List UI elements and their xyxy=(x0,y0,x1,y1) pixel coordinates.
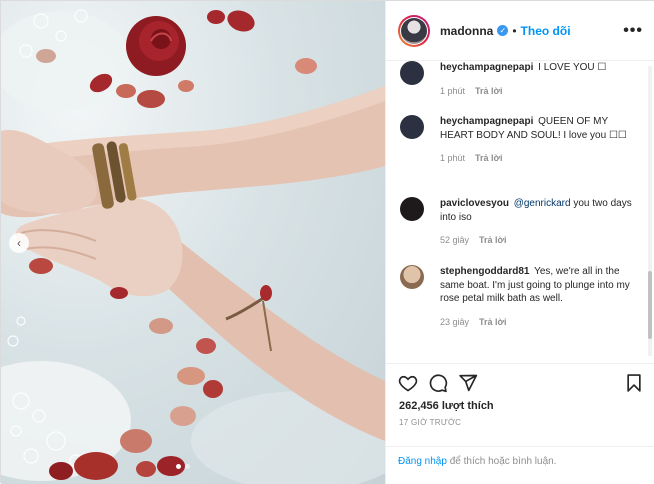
carousel-dot-active xyxy=(176,464,181,469)
comment-username[interactable]: paviclovesyou xyxy=(440,198,509,209)
comment-time: 1 phút xyxy=(440,85,466,96)
heart-icon[interactable] xyxy=(398,373,418,393)
comment-time: 1 phút xyxy=(440,153,466,163)
chevron-left-icon: ‹ xyxy=(17,236,21,250)
comment-time: 52 giây xyxy=(440,235,470,245)
comments-scrollbar-thumb[interactable] xyxy=(648,271,652,339)
author-avatar[interactable] xyxy=(398,14,430,47)
login-link[interactable]: Đăng nhập xyxy=(398,456,447,467)
login-prompt: Đăng nhập để thích hoặc bình luận. xyxy=(386,446,654,484)
comment-username[interactable]: heychampagnepapi xyxy=(440,116,533,127)
comment-icon[interactable] xyxy=(428,373,448,393)
reply-button[interactable]: Trả lời xyxy=(479,235,506,245)
bookmark-icon[interactable] xyxy=(624,373,644,393)
commenter-avatar[interactable] xyxy=(400,197,424,221)
carousel-dots xyxy=(176,464,190,469)
post-sidebar: madonna ✓ • Theo dõi ••• heychampagnepap… xyxy=(385,1,654,484)
comment-username[interactable]: stephengoddard81 xyxy=(440,266,529,277)
post-actions: 262,456 lượt thích 17 GIỜ TRƯỚC xyxy=(386,363,654,427)
verified-icon: ✓ xyxy=(497,25,509,36)
comment-time: 23 giây xyxy=(440,316,470,327)
comment-username[interactable]: heychampagnepapi xyxy=(440,62,533,73)
post-header: madonna ✓ • Theo dõi ••• xyxy=(386,1,654,61)
header-separator: • xyxy=(512,23,517,38)
follow-button[interactable]: Theo dõi xyxy=(521,24,571,38)
rose xyxy=(126,16,186,76)
carousel-prev-button[interactable]: ‹ xyxy=(9,233,29,253)
login-prompt-text: để thích hoặc bình luận. xyxy=(446,456,557,467)
comment-item: heychampagnepapi I LOVE YOU ☐ 1 phút Trả … xyxy=(400,61,636,98)
comments-list[interactable]: heychampagnepapi I LOVE YOU ☐ 1 phút Trả … xyxy=(386,61,654,363)
author-username[interactable]: madonna xyxy=(440,24,493,38)
commenter-avatar[interactable] xyxy=(400,61,424,85)
bath-photo xyxy=(1,9,385,484)
reply-button[interactable]: Trả lời xyxy=(475,86,502,96)
share-icon[interactable] xyxy=(458,373,478,393)
post-image[interactable]: ‹ xyxy=(1,1,385,484)
likes-count[interactable]: 262,456 lượt thích xyxy=(386,394,654,412)
reply-button[interactable]: Trả lời xyxy=(475,153,502,163)
comment-mention[interactable]: @genrickard xyxy=(514,198,571,209)
avatar-image xyxy=(401,17,427,44)
comment-text: I LOVE YOU ☐ xyxy=(535,62,607,73)
more-options-icon[interactable]: ••• xyxy=(623,22,643,40)
commenter-avatar[interactable] xyxy=(400,265,424,289)
commenter-avatar[interactable] xyxy=(400,115,424,139)
comment-item: paviclovesyou @genrickard you two days i… xyxy=(400,197,636,248)
carousel-dot xyxy=(185,464,190,469)
post-timestamp: 17 GIỜ TRƯỚC xyxy=(399,418,462,427)
comment-item: heychampagnepapi QUEEN OF MY HEART BODY … xyxy=(400,115,636,166)
comment-item: stephengoddard81 Yes, we're all in the s… xyxy=(400,265,636,329)
reply-button[interactable]: Trả lời xyxy=(479,317,506,327)
instagram-post: ‹ madonna ✓ • Theo dõi ••• heychampagnep… xyxy=(0,0,654,484)
